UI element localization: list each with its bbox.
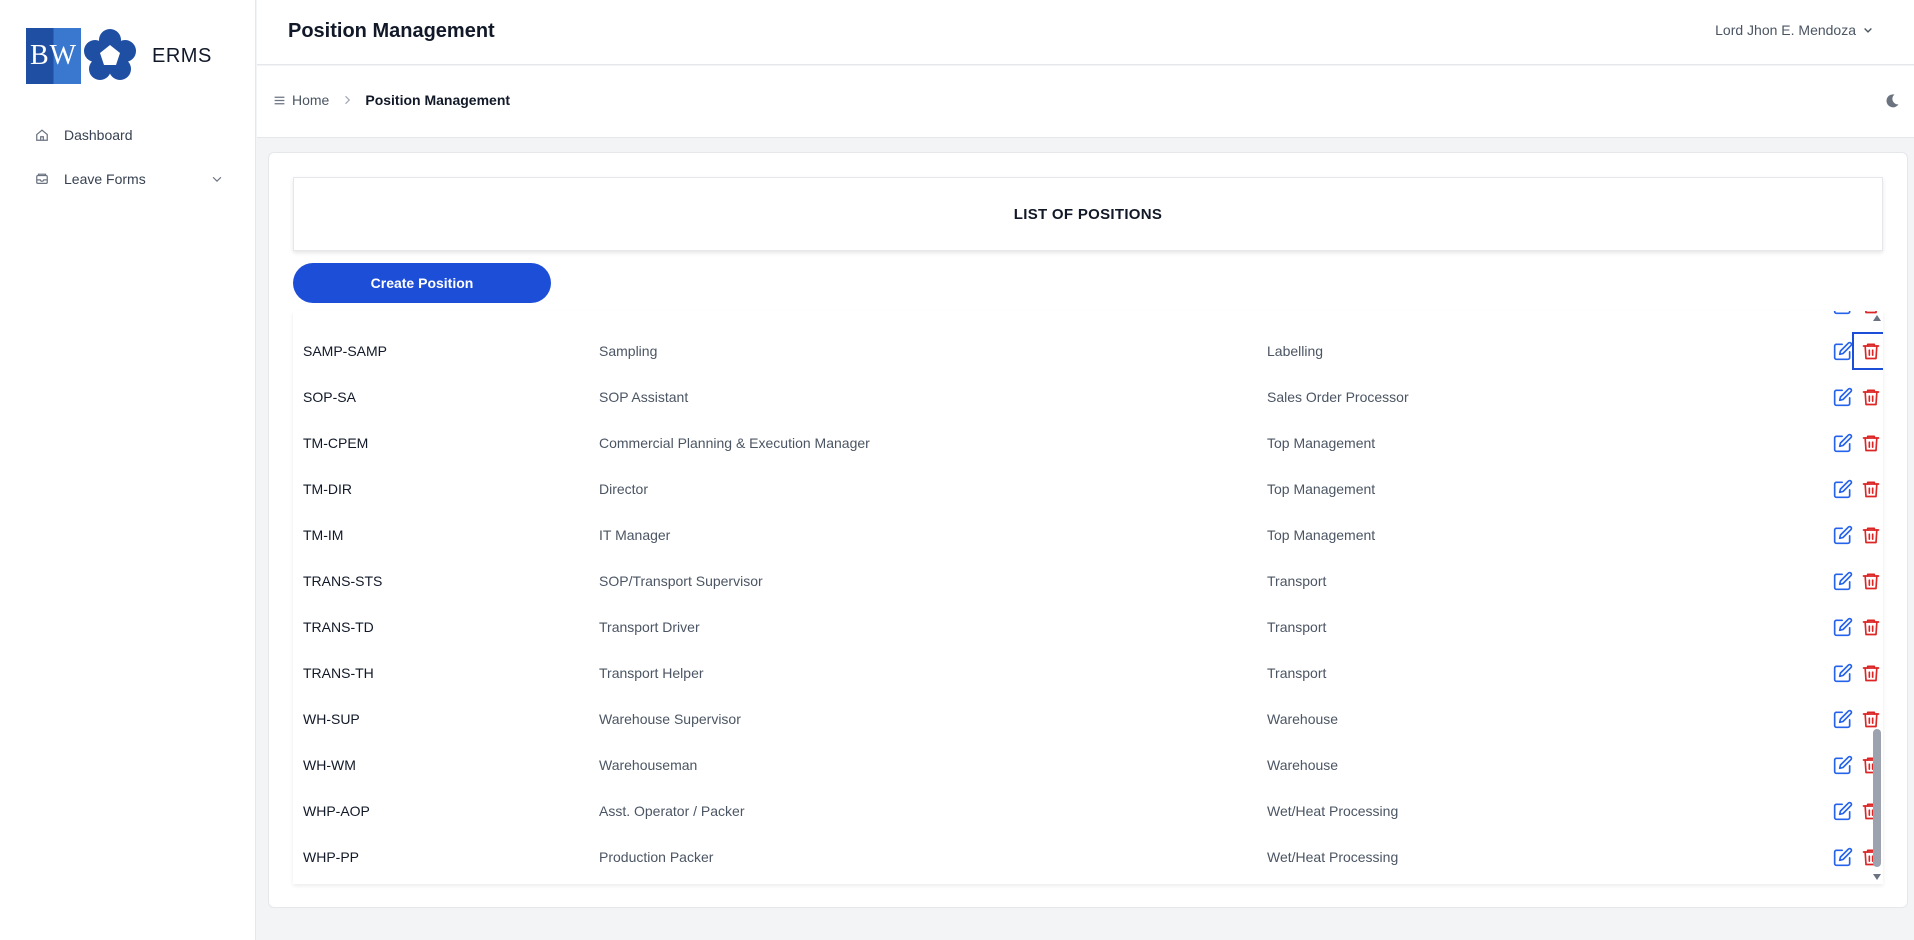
position-name: Director — [599, 481, 649, 497]
position-code: TRANS-STS — [303, 573, 383, 589]
inbox-icon — [34, 171, 50, 187]
position-name: Warehouseman — [599, 757, 698, 773]
table-row: SAMP-SAMP Sampling Labelling — [293, 328, 1883, 374]
position-department: Transport — [1267, 573, 1327, 589]
position-department: Transport — [1267, 619, 1327, 635]
position-code: SOP-SA — [303, 389, 356, 405]
sidebar-item-leave-forms[interactable]: Leave Forms — [34, 171, 224, 187]
chevron-right-icon — [341, 94, 353, 106]
position-code: TRANS-TD — [303, 619, 374, 635]
list-heading: LIST OF POSITIONS — [293, 177, 1883, 251]
flower-logo-icon — [81, 28, 139, 84]
edit-icon[interactable] — [1831, 431, 1855, 455]
position-code: SAMP-SAMP — [303, 343, 388, 359]
edit-icon[interactable] — [1831, 339, 1855, 363]
position-department: Sales Order Processor — [1267, 389, 1409, 405]
position-department: Transport — [1267, 665, 1327, 681]
table-row: WHP-AOP Asst. Operator / Packer Wet/Heat… — [293, 788, 1883, 834]
position-code: TM-IM — [303, 527, 344, 543]
create-position-button[interactable]: Create Position — [293, 263, 551, 303]
edit-icon[interactable] — [1831, 523, 1855, 547]
position-department: Top Management — [1267, 527, 1376, 543]
position-name: Sampling — [599, 343, 658, 359]
position-name: Production Packer — [599, 849, 714, 865]
edit-icon[interactable] — [1831, 615, 1855, 639]
table-body: SAL-SC Sales Coordinator Sales SAMP-SAMP… — [293, 311, 1883, 880]
scroll-up-arrow-icon[interactable] — [1873, 315, 1881, 321]
position-code: TM-DIR — [303, 481, 352, 497]
menu-icon[interactable] — [273, 94, 286, 107]
position-code: TRANS-TH — [303, 665, 374, 681]
breadcrumb-bar: Home Position Management — [257, 66, 1914, 138]
position-code: WH-SUP — [303, 711, 360, 727]
scroll-down-arrow-icon[interactable] — [1873, 874, 1881, 880]
position-code: WH-WM — [303, 757, 356, 773]
position-department: Wet/Heat Processing — [1267, 849, 1399, 865]
position-department: Labelling — [1267, 343, 1324, 359]
edit-icon[interactable] — [1831, 385, 1855, 409]
position-code: TM-CPEM — [303, 435, 369, 451]
scroll-thumb[interactable] — [1873, 729, 1881, 867]
user-name: Lord Jhon E. Mendoza — [1715, 22, 1856, 38]
table-row: TM-CPEM Commercial Planning & Execution … — [293, 420, 1883, 466]
content-card: LIST OF POSITIONS Create Position SAL-SC… — [268, 152, 1908, 908]
table-scrollbar[interactable] — [1871, 311, 1883, 884]
app-logo[interactable]: BW ERMS — [26, 28, 212, 84]
position-name: Warehouse Supervisor — [599, 711, 741, 727]
positions-table: SAL-SC Sales Coordinator Sales SAMP-SAMP… — [293, 311, 1883, 884]
table-row: WHP-PP Production Packer Wet/Heat Proces… — [293, 834, 1883, 880]
breadcrumb-home[interactable]: Home — [292, 92, 329, 108]
logo-mark: BW — [26, 28, 140, 84]
table-row: WH-SUP Warehouse Supervisor Warehouse — [293, 696, 1883, 742]
edit-icon[interactable] — [1831, 311, 1855, 317]
breadcrumb-current: Position Management — [365, 92, 511, 108]
position-name: Transport Helper — [599, 665, 704, 681]
table-row: TRANS-TH Transport Helper Transport — [293, 650, 1883, 696]
edit-icon[interactable] — [1831, 753, 1855, 777]
table-row: SOP-SA SOP Assistant Sales Order Process… — [293, 374, 1883, 420]
position-department: Warehouse — [1267, 711, 1339, 727]
position-name: Sales Coordinator — [599, 311, 711, 313]
edit-icon[interactable] — [1831, 477, 1855, 501]
position-department: Warehouse — [1267, 757, 1339, 773]
chevron-down-icon[interactable] — [210, 172, 224, 186]
position-name: SOP/Transport Supervisor — [599, 573, 763, 589]
logo-bw-text: BW — [26, 28, 81, 84]
table-row: WH-WM Warehouseman Warehouse — [293, 742, 1883, 788]
page-title: Position Management — [288, 20, 495, 42]
table-row: TM-IM IT Manager Top Management — [293, 512, 1883, 558]
position-code: SAL-SC — [303, 311, 354, 313]
position-name: Transport Driver — [599, 619, 700, 635]
chevron-down-icon — [1862, 24, 1874, 36]
sidebar-item-label: Dashboard — [64, 127, 133, 143]
position-code: WHP-AOP — [303, 803, 370, 819]
position-department: Top Management — [1267, 435, 1376, 451]
table-row: TRANS-TD Transport Driver Transport — [293, 604, 1883, 650]
edit-icon[interactable] — [1831, 845, 1855, 869]
position-department: Top Management — [1267, 481, 1376, 497]
table-row: TM-DIR Director Top Management — [293, 466, 1883, 512]
app-name: ERMS — [152, 44, 212, 67]
top-header: Position Management Lord Jhon E. Mendoza — [257, 0, 1914, 65]
position-name: Asst. Operator / Packer — [599, 803, 745, 819]
position-department: Sales — [1267, 311, 1302, 313]
user-menu[interactable]: Lord Jhon E. Mendoza — [1715, 22, 1874, 38]
edit-icon[interactable] — [1831, 569, 1855, 593]
position-name: SOP Assistant — [599, 389, 689, 405]
position-name: Commercial Planning & Execution Manager — [599, 435, 870, 451]
edit-icon[interactable] — [1831, 799, 1855, 823]
edit-icon[interactable] — [1831, 707, 1855, 731]
position-name: IT Manager — [599, 527, 671, 543]
edit-icon[interactable] — [1831, 661, 1855, 685]
table-row: TRANS-STS SOP/Transport Supervisor Trans… — [293, 558, 1883, 604]
position-code: WHP-PP — [303, 849, 359, 865]
sidebar: BW ERMS Dashboard Leave Forms — [0, 0, 256, 940]
breadcrumb: Home Position Management — [273, 92, 510, 108]
sidebar-item-dashboard[interactable]: Dashboard — [34, 127, 224, 143]
position-department: Wet/Heat Processing — [1267, 803, 1399, 819]
moon-icon[interactable] — [1884, 93, 1900, 109]
home-icon — [34, 127, 50, 143]
sidebar-item-label: Leave Forms — [64, 171, 146, 187]
table-row: SAL-SC Sales Coordinator Sales — [293, 311, 1883, 328]
